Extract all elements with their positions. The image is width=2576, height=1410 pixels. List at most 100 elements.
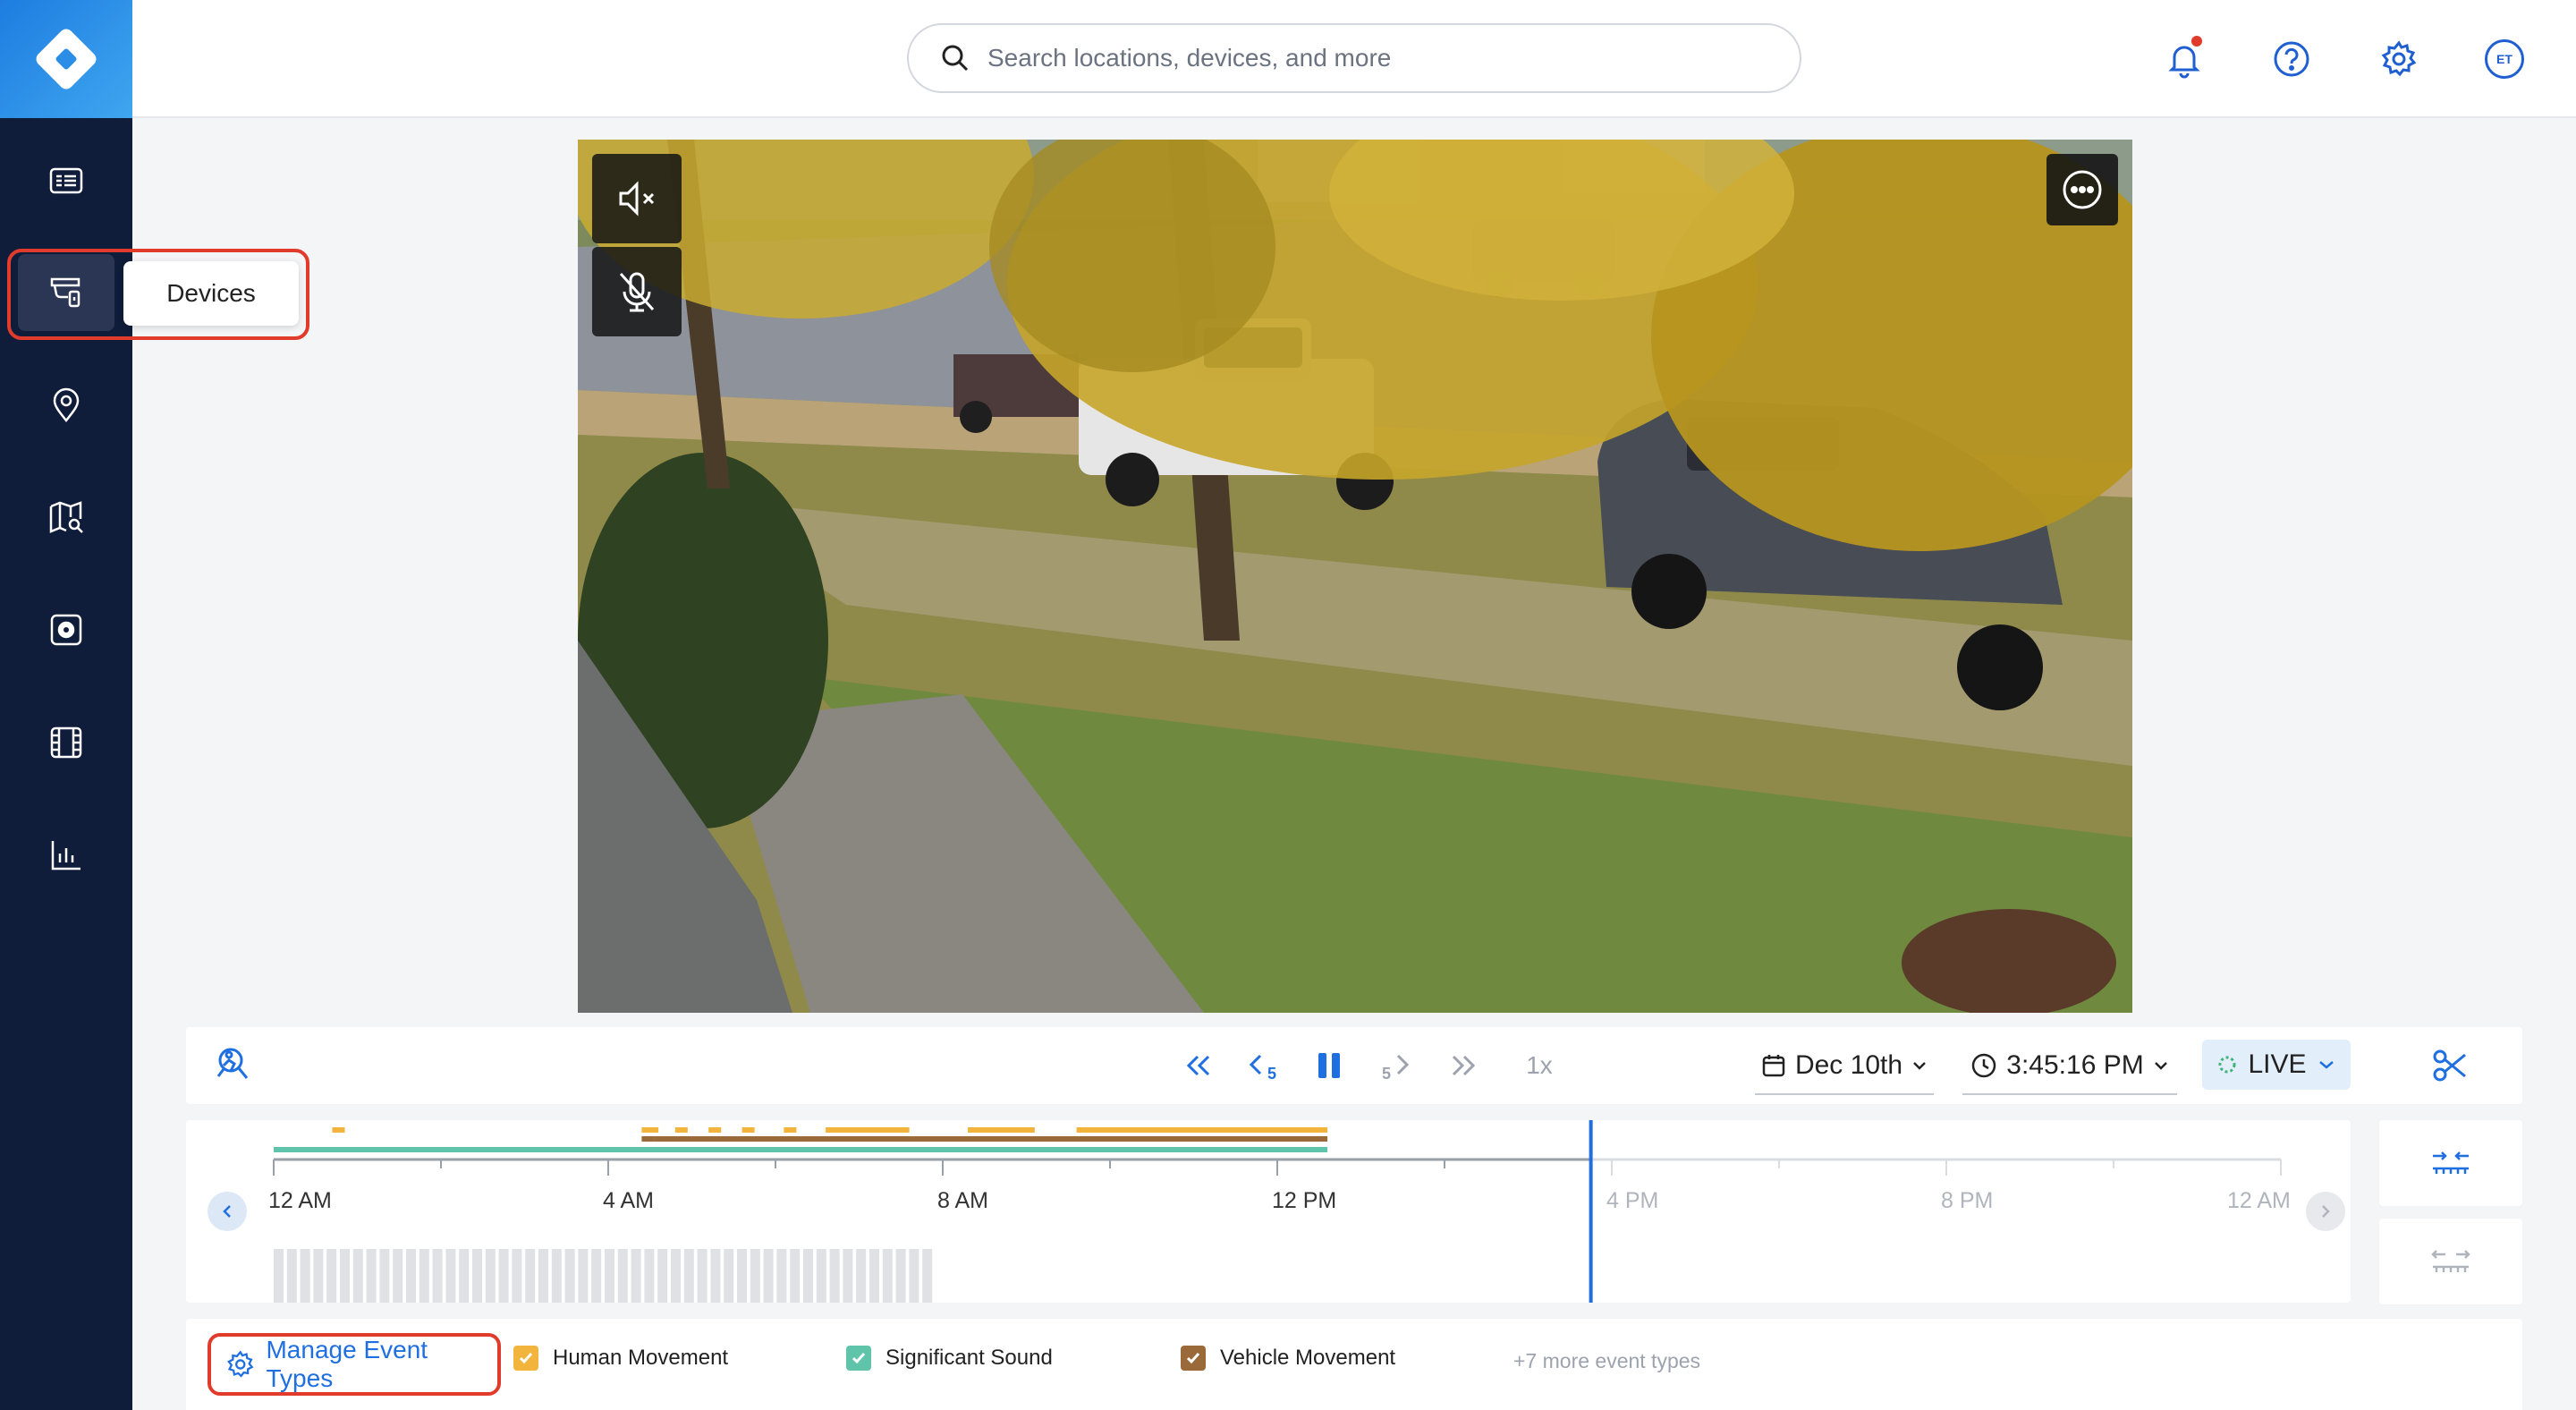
recording-block [882, 1249, 893, 1303]
mute-microphone-button[interactable] [592, 247, 682, 336]
chevron-left-icon [223, 1205, 231, 1218]
dashboard-icon [49, 167, 83, 194]
top-header: ET [132, 0, 2576, 118]
recording-block [459, 1249, 470, 1303]
zoom-in-timeline-button[interactable] [2379, 1120, 2522, 1206]
vehicle-movement-segment [654, 1136, 1328, 1142]
help-button[interactable] [2265, 32, 2318, 86]
timeline-tick-label: 4 PM [1606, 1188, 1659, 1213]
rewind-button[interactable] [1170, 1027, 1227, 1104]
logo[interactable] [0, 0, 132, 118]
security-settings-icon [50, 614, 82, 646]
recording-block [710, 1249, 721, 1303]
recording-block [617, 1249, 628, 1303]
gear-icon [2381, 40, 2417, 77]
recording-block [803, 1249, 813, 1303]
timeline-tick-label: 12 AM [268, 1188, 332, 1213]
sidebar-item-map[interactable] [0, 472, 132, 562]
recording-block [274, 1249, 284, 1303]
avatar-initials: ET [2485, 39, 2524, 79]
pause-icon [1318, 1053, 1340, 1078]
legend-label: Significant Sound [886, 1346, 1053, 1370]
human-movement-segment [332, 1127, 345, 1133]
skip-back-5-button[interactable]: 5 [1233, 1027, 1290, 1104]
recording-block [578, 1249, 589, 1303]
time-value: 3:45:16 PM [2006, 1050, 2144, 1080]
date-value: Dec 10th [1794, 1050, 1903, 1080]
recording-block [843, 1249, 853, 1303]
legend-label: Vehicle Movement [1220, 1346, 1396, 1370]
more-event-types-link[interactable]: +7 more event types [1513, 1349, 1700, 1373]
skip-forward-5-button[interactable]: 5 [1368, 1027, 1426, 1104]
human-movement-segment [641, 1127, 659, 1133]
notifications-button[interactable] [2157, 32, 2211, 86]
microphone-muted-icon [619, 272, 655, 312]
search-input[interactable] [987, 44, 1775, 72]
checkbox-checked-icon[interactable] [513, 1346, 538, 1371]
video-more-options-button[interactable] [2046, 154, 2118, 225]
gear-icon [227, 1350, 254, 1378]
human-movement-segment [826, 1127, 910, 1133]
film-icon [50, 726, 82, 759]
recording-block [498, 1249, 509, 1303]
time-selector[interactable]: 3:45:16 PM [1962, 1038, 2177, 1095]
pause-button[interactable] [1301, 1027, 1358, 1104]
zoom-out-timeline-button[interactable] [2379, 1219, 2522, 1304]
human-movement-segment [741, 1127, 755, 1133]
sidebar-item-dashboard[interactable] [0, 136, 132, 225]
camera-video-feed[interactable] [578, 140, 2132, 1013]
event-legend-bar: Manage Event Types Human Movement Signif… [186, 1319, 2522, 1410]
user-avatar[interactable]: ET [2478, 32, 2531, 86]
sidebar-item-locations[interactable] [0, 360, 132, 449]
sidebar-item-clips[interactable] [0, 698, 132, 787]
sidebar-item-security[interactable] [0, 585, 132, 675]
zoom-out-arrows-icon [2431, 1250, 2470, 1272]
playback-speed[interactable]: 1x [1508, 1027, 1571, 1104]
clock-icon [1972, 1053, 1996, 1078]
date-selector[interactable]: Dec 10th [1755, 1038, 1934, 1095]
recording-block [737, 1249, 747, 1303]
legend-item-significant-sound[interactable]: Significant Sound [846, 1346, 1053, 1371]
timeline-next-button[interactable] [2306, 1192, 2345, 1231]
live-button[interactable]: LIVE [2202, 1040, 2351, 1090]
recording-block [538, 1249, 548, 1303]
skip-forward-seconds: 5 [1381, 1064, 1391, 1083]
recording-block [472, 1249, 482, 1303]
clip-scissors-button[interactable] [2379, 1027, 2522, 1104]
legend-item-human-movement[interactable]: Human Movement [513, 1346, 728, 1371]
checkbox-checked-icon[interactable] [1181, 1346, 1206, 1371]
human-movement-segment [708, 1127, 722, 1133]
manage-event-types-button[interactable]: Manage Event Types [208, 1333, 501, 1396]
live-label: LIVE [2248, 1049, 2307, 1079]
search-bar[interactable] [907, 23, 1801, 93]
recording-block [657, 1249, 668, 1303]
recording-block [816, 1249, 826, 1303]
camera-scene-image [578, 140, 2132, 1013]
recording-block [551, 1249, 562, 1303]
human-movement-segment [968, 1127, 1035, 1133]
legend-item-vehicle-movement[interactable]: Vehicle Movement [1181, 1346, 1395, 1371]
recording-block [445, 1249, 456, 1303]
recording-block [909, 1249, 919, 1303]
recording-block [829, 1249, 840, 1303]
recording-block [631, 1249, 641, 1303]
chevron-right-icon [2322, 1205, 2330, 1218]
recording-block [485, 1249, 496, 1303]
location-pin-icon [53, 387, 80, 423]
skip-back-seconds: 5 [1267, 1064, 1276, 1083]
person-search-button[interactable] [195, 1027, 267, 1104]
human-movement-segment [674, 1127, 688, 1133]
settings-button[interactable] [2372, 32, 2426, 86]
timeline-tick-label: 12 AM [2227, 1188, 2291, 1213]
recording-block [724, 1249, 734, 1303]
mute-speaker-button[interactable] [592, 154, 682, 243]
significant-sound-segment [274, 1147, 1328, 1152]
timeline-prev-button[interactable] [208, 1192, 247, 1231]
checkbox-checked-icon[interactable] [846, 1346, 871, 1371]
recording-block [922, 1249, 933, 1303]
fast-forward-icon [1452, 1055, 1476, 1076]
fast-forward-button[interactable] [1435, 1027, 1492, 1104]
devices-tooltip: Devices [123, 261, 299, 326]
timeline[interactable] [186, 1120, 2351, 1303]
sidebar-item-analytics[interactable] [0, 811, 132, 900]
